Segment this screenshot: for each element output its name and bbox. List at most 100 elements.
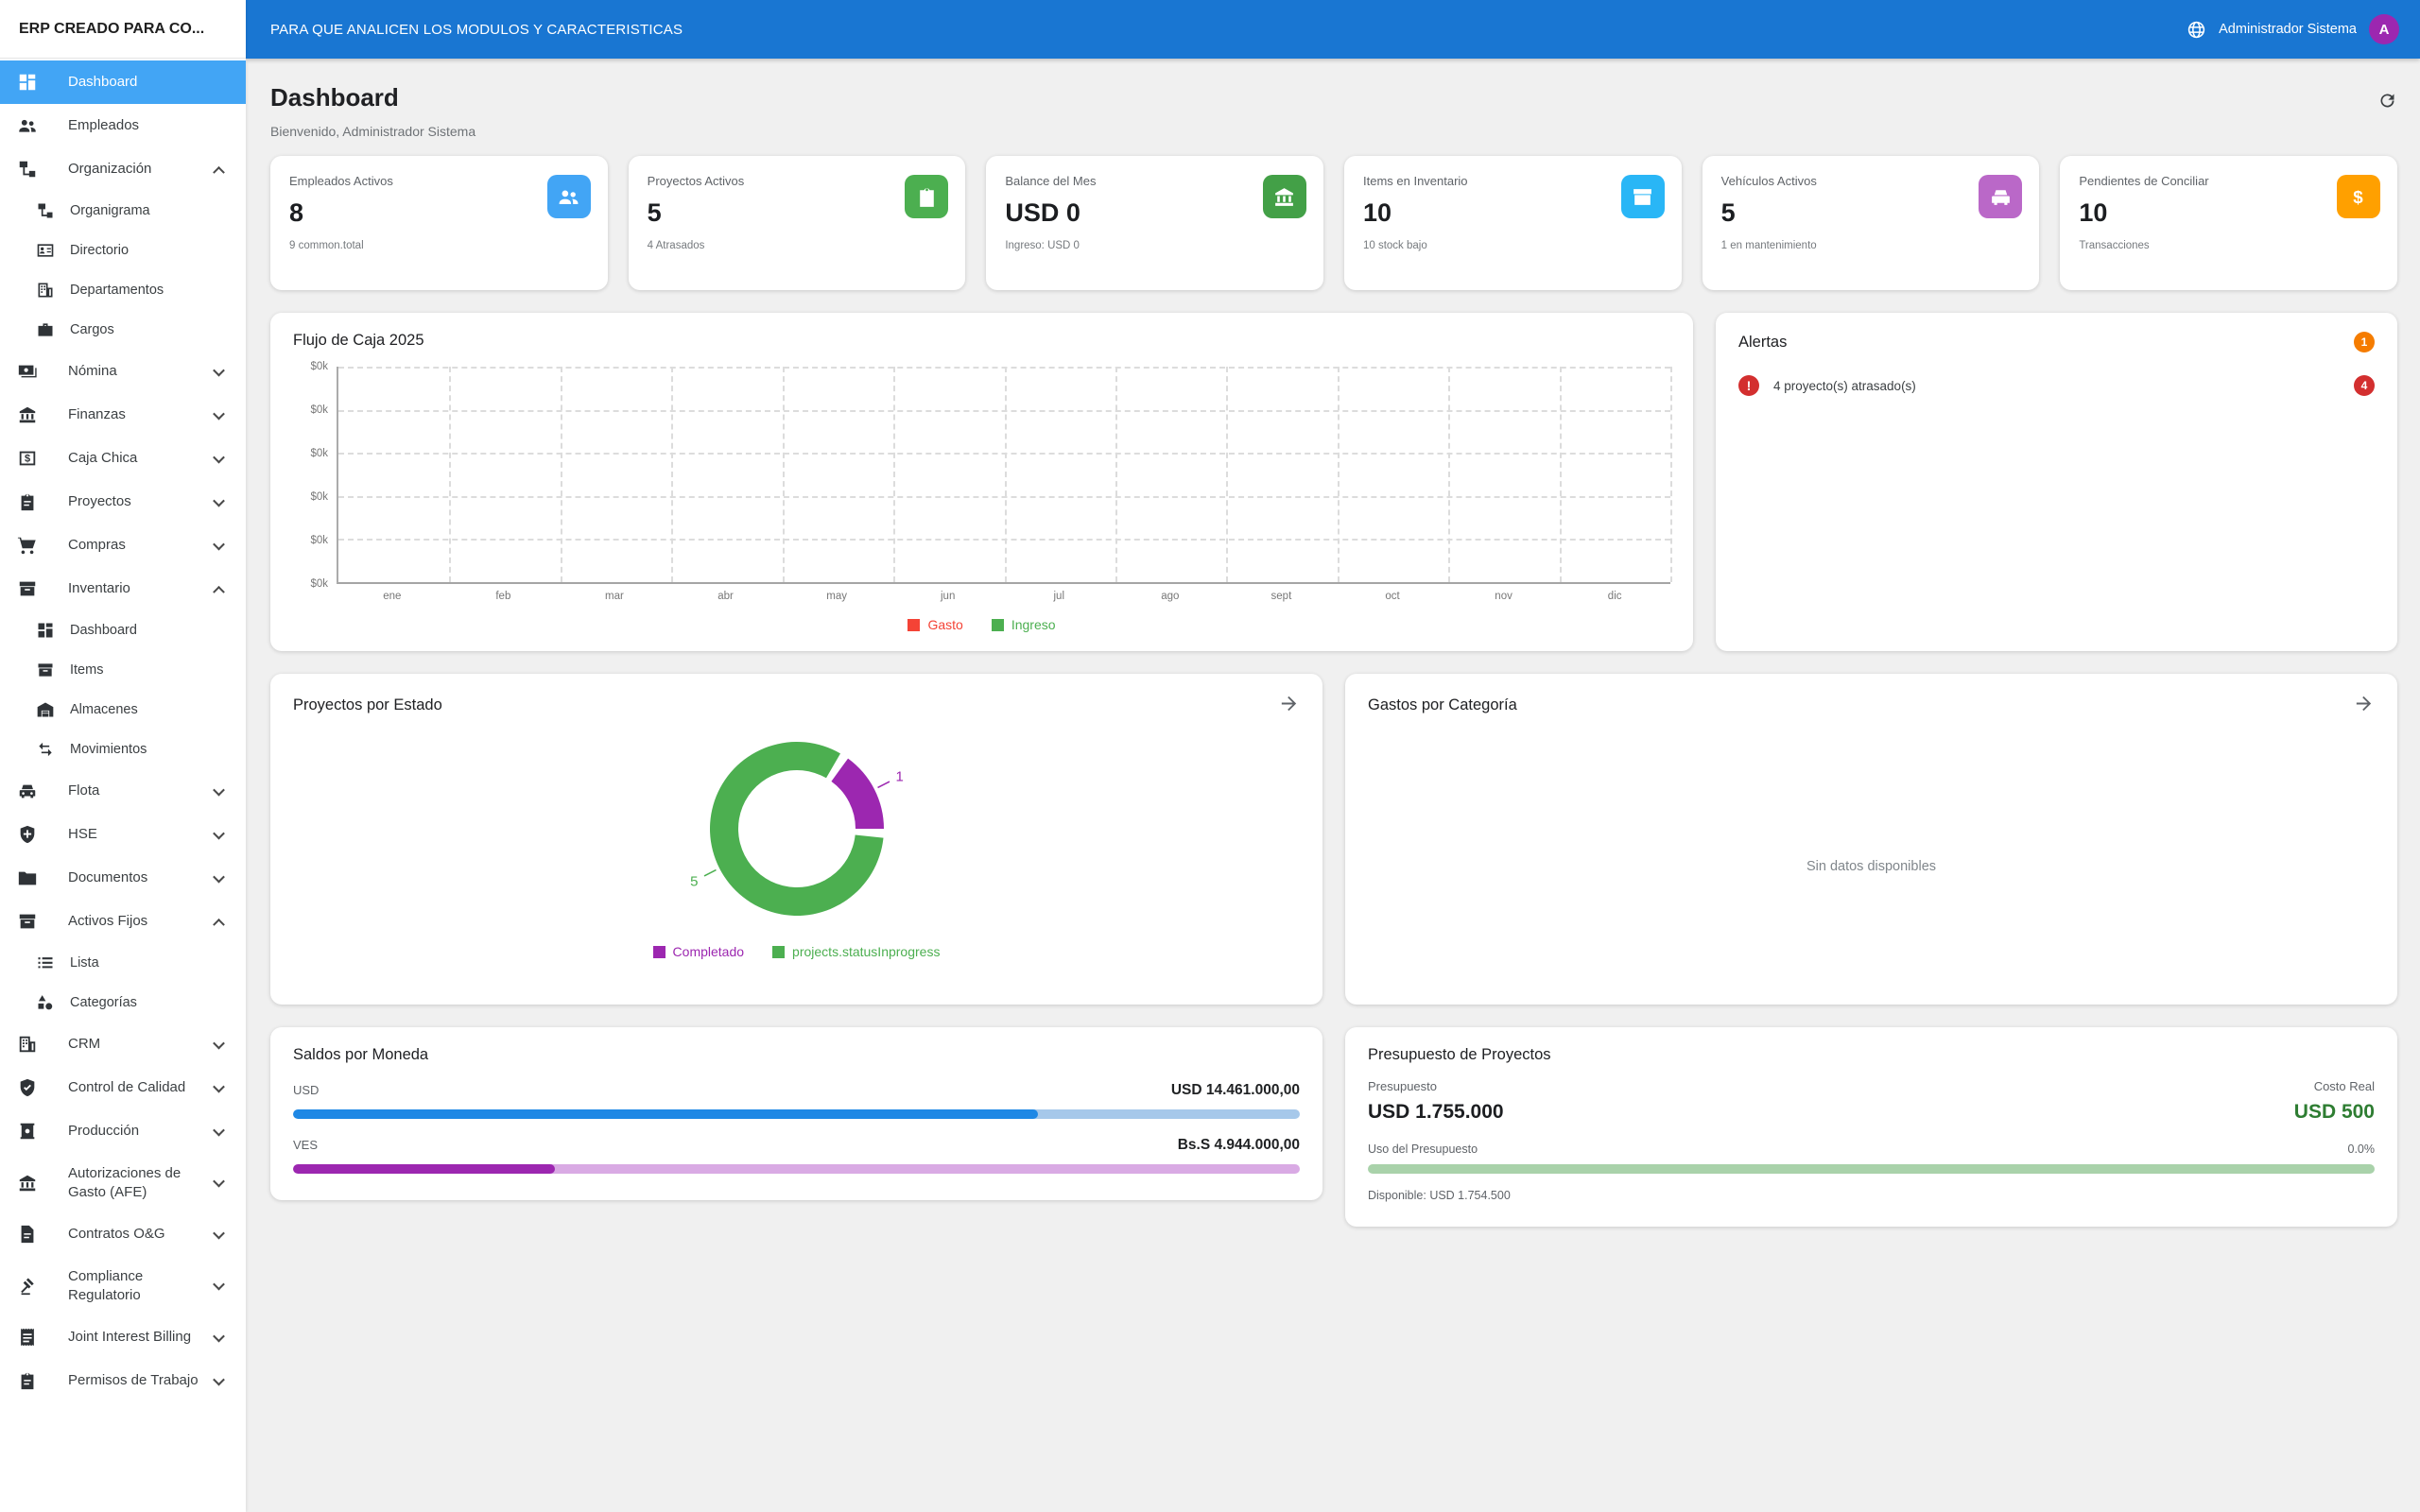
sidebar-item-dashboard[interactable]: Dashboard: [0, 610, 246, 650]
balances-card: Saldos por Moneda USD USD 14.461.000,00 …: [270, 1027, 1322, 1200]
sidebar-item-movimientos[interactable]: Movimientos: [0, 730, 246, 769]
refresh-button[interactable]: [2377, 91, 2397, 113]
chevron-down-icon: [213, 364, 225, 376]
sidebar-item-nomina[interactable]: Nómina: [0, 350, 246, 393]
sidebar-item-documentos[interactable]: Documentos: [0, 856, 246, 900]
cart-icon: [17, 535, 40, 556]
shapes-icon: [36, 993, 59, 1012]
x-tick-nov: nov: [1448, 591, 1560, 602]
sidebar-item-inventario[interactable]: Inventario: [0, 567, 246, 610]
sidebar-item-label: Caja Chica: [68, 449, 215, 468]
box-icon: [17, 911, 40, 932]
chevron-down-icon: [213, 1330, 225, 1342]
legend-label: projects.statusInprogress: [792, 944, 940, 959]
x-tick-feb: feb: [448, 591, 560, 602]
sidebar-item-hse[interactable]: HSE: [0, 813, 246, 856]
stat-subtext: 9 common.total: [289, 240, 589, 251]
sidebar-item-permisos-de-trabajo[interactable]: Permisos de Trabajo: [0, 1359, 246, 1402]
legend-item-completado[interactable]: Completado: [653, 944, 745, 959]
chevron-down-icon: [213, 1373, 225, 1385]
sidebar-item-label: Directorio: [70, 242, 231, 260]
stat-label: Empleados Activos: [289, 174, 589, 188]
sidebar-item-proyectos[interactable]: Proyectos: [0, 480, 246, 524]
expenses-arrow-button[interactable]: [2353, 693, 2375, 717]
page-subtitle: Bienvenido, Administrador Sistema: [270, 124, 2377, 139]
donut-slice-value: 5: [690, 873, 698, 889]
sidebar-item-organizacion[interactable]: Organización: [0, 147, 246, 191]
cashbox-icon: [17, 448, 40, 469]
x-tick-may: may: [781, 591, 892, 602]
legend-item-gasto[interactable]: Gasto: [908, 617, 962, 632]
sidebar-item-departamentos[interactable]: Departamentos: [0, 270, 246, 310]
stat-card-vehiculos-activos: Vehículos Activos 5 1 en mantenimiento: [1703, 156, 2040, 290]
stat-subtext: Transacciones: [2079, 240, 2378, 251]
sidebar-item-compliance-regulatorio[interactable]: Compliance Regulatorio: [0, 1256, 246, 1315]
sidebar-item-produccion[interactable]: Producción: [0, 1109, 246, 1153]
sidebar-item-label: Producción: [68, 1122, 215, 1141]
receipt-icon: [17, 1327, 40, 1348]
sidebar-item-control-de-calidad[interactable]: Control de Calidad: [0, 1066, 246, 1109]
budget-title: Presupuesto de Proyectos: [1368, 1046, 2375, 1064]
sidebar-item-joint-interest-billing[interactable]: Joint Interest Billing: [0, 1315, 246, 1359]
bank-icon: [17, 1173, 40, 1194]
expenses-empty-message: Sin datos disponibles: [1368, 859, 2375, 874]
stat-value: 10: [1363, 198, 1663, 228]
sidebar-item-lista[interactable]: Lista: [0, 943, 246, 983]
y-tick: $0k: [310, 448, 328, 459]
sidebar-item-finanzas[interactable]: Finanzas: [0, 393, 246, 437]
building-icon: [17, 1034, 40, 1055]
projects-status-arrow-button[interactable]: [1278, 693, 1300, 717]
sidebar-item-directorio[interactable]: Directorio: [0, 231, 246, 270]
x-tick-jun: jun: [892, 591, 1004, 602]
legend-swatch: [653, 946, 666, 958]
app-root: ERP CREADO PARA CO... Dashboard Empleado…: [0, 0, 2420, 1512]
budget-card: Presupuesto de Proyectos Presupuesto USD…: [1345, 1027, 2397, 1227]
chevron-up-icon: [213, 585, 225, 597]
list-icon: [36, 954, 59, 972]
bank-icon: [17, 404, 40, 425]
stat-label: Items en Inventario: [1363, 174, 1663, 188]
chevron-down-icon: [213, 1037, 225, 1049]
sidebar-item-label: Organización: [68, 160, 215, 179]
stat-cards-row: Empleados Activos 8 9 common.total Proye…: [270, 156, 2397, 290]
sidebar-item-compras[interactable]: Compras: [0, 524, 246, 567]
sidebar-item-autorizaciones-de-gasto-afe[interactable]: Autorizaciones de Gasto (AFE): [0, 1153, 246, 1212]
sidebar-item-label: Compliance Regulatorio: [68, 1267, 215, 1304]
legend-item-projects-statusinprogress[interactable]: projects.statusInprogress: [772, 944, 940, 959]
sidebar-item-caja-chica[interactable]: Caja Chica: [0, 437, 246, 480]
cashflow-chart-card: Flujo de Caja 2025 $0k$0k$0k$0k$0k$0k en…: [270, 313, 1693, 651]
sidebar-item-items[interactable]: Items: [0, 650, 246, 690]
sidebar-item-flota[interactable]: Flota: [0, 769, 246, 813]
error-icon: !: [1738, 375, 1759, 396]
car-icon: [1979, 175, 2022, 218]
balances-title: Saldos por Moneda: [293, 1046, 1300, 1064]
sidebar-item-label: HSE: [68, 825, 215, 844]
y-tick: $0k: [310, 404, 328, 416]
sidebar-item-categorias[interactable]: Categorías: [0, 983, 246, 1022]
user-menu[interactable]: Administrador Sistema: [2219, 22, 2357, 37]
currency-code: USD: [293, 1083, 319, 1097]
sidebar-item-label: Contratos O&G: [68, 1225, 215, 1244]
sidebar-item-empleados[interactable]: Empleados: [0, 104, 246, 147]
sidebar-item-organigrama[interactable]: Organigrama: [0, 191, 246, 231]
sidebar-item-contratos-o-g[interactable]: Contratos O&G: [0, 1212, 246, 1256]
sidebar-item-activos-fijos[interactable]: Activos Fijos: [0, 900, 246, 943]
x-tick-mar: mar: [559, 591, 670, 602]
avatar[interactable]: A: [2369, 14, 2399, 44]
shieldplus-icon: [17, 824, 40, 845]
sidebar-item-crm[interactable]: CRM: [0, 1022, 246, 1066]
sidebar-item-label: Dashboard: [70, 622, 231, 640]
legend-label: Completado: [673, 944, 745, 959]
x-tick-abr: abr: [670, 591, 782, 602]
currency-progress-bar: [293, 1109, 1300, 1119]
sidebar-item-dashboard[interactable]: Dashboard: [0, 60, 246, 104]
dollar-icon: [2337, 175, 2380, 218]
budget-progress-bar: [1368, 1164, 2375, 1174]
budget-label: Presupuesto: [1368, 1079, 1504, 1093]
sidebar-item-almacenes[interactable]: Almacenes: [0, 690, 246, 730]
legend-item-ingreso[interactable]: Ingreso: [992, 617, 1056, 632]
grid-icon: [36, 621, 59, 640]
globe-icon[interactable]: [2187, 20, 2206, 40]
sidebar-item-cargos[interactable]: Cargos: [0, 310, 246, 350]
sidebar-item-label: Dashboard: [68, 73, 231, 92]
